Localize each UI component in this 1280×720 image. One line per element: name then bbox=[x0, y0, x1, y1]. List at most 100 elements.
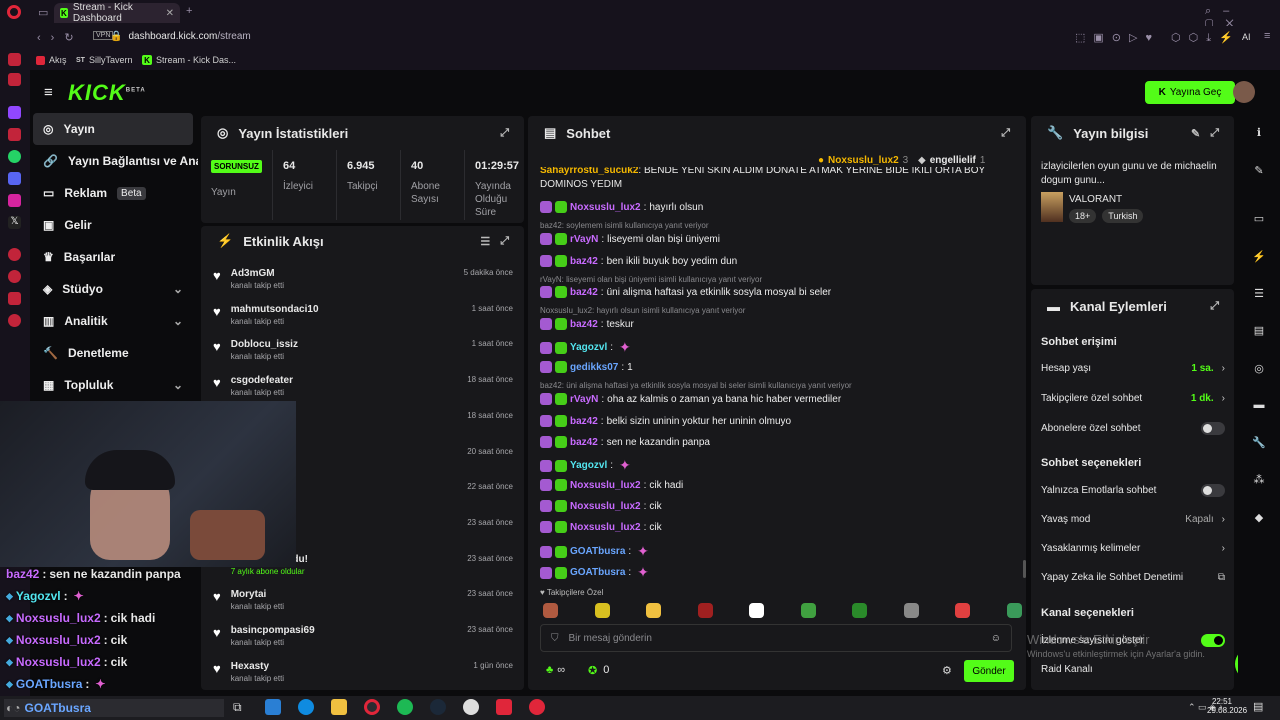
chat-username[interactable]: Noxsuslu_lux2 bbox=[570, 501, 641, 512]
opera-icon[interactable] bbox=[364, 699, 380, 715]
nav-basarilar[interactable]: ♛ Başarılar bbox=[33, 241, 193, 273]
expand-icon[interactable]: ⤢ bbox=[500, 127, 509, 140]
emote-button[interactable] bbox=[594, 603, 610, 618]
chat-input[interactable]: ⛉ Bir mesaj gönderin ☺ bbox=[540, 624, 1012, 652]
edit-icon[interactable]: ✎ bbox=[1191, 127, 1200, 140]
expand-icon[interactable]: ⤢ bbox=[500, 235, 509, 248]
chat-username[interactable]: gedikks07 bbox=[570, 362, 618, 373]
clock-icon[interactable] bbox=[8, 270, 21, 283]
pinned-user[interactable]: ◆ engellielif 1 bbox=[918, 155, 985, 166]
lightning-icon[interactable]: ⚡ bbox=[1252, 250, 1266, 264]
edge-icon[interactable] bbox=[298, 699, 314, 715]
nav-studyo[interactable]: ◈ Stüdyo ⌄ bbox=[33, 273, 193, 305]
chat-username[interactable]: baz42 bbox=[570, 256, 598, 267]
list-icon[interactable]: ☰ bbox=[1252, 287, 1266, 301]
activity-row[interactable]: ♥ Hexasty kanalı takip etti 1 gün önce bbox=[203, 656, 523, 691]
emote-button[interactable] bbox=[697, 603, 713, 618]
close-tab-icon[interactable]: ✕ bbox=[166, 8, 174, 19]
avatar[interactable] bbox=[1233, 81, 1255, 103]
emote-button[interactable] bbox=[852, 603, 867, 618]
explorer-icon[interactable] bbox=[331, 699, 347, 715]
chat-username[interactable]: rVayN bbox=[570, 234, 598, 245]
app-icon[interactable] bbox=[463, 699, 479, 715]
activity-row[interactable]: ♥ Morytai kanalı takip etti 23 saat önce bbox=[203, 584, 523, 619]
browser-tab[interactable]: K Stream - Kick Dashboard ✕ bbox=[54, 2, 180, 24]
chat-username[interactable]: Noxsuslu_lux2 bbox=[570, 522, 641, 533]
chat-username[interactable]: GOATbusra bbox=[570, 567, 625, 578]
diamond-icon[interactable]: ◆ bbox=[1252, 511, 1266, 525]
nav-buttons[interactable]: ‹›↻ bbox=[37, 31, 84, 44]
go-live-button[interactable]: K Yayına Geç bbox=[1145, 81, 1235, 104]
activity-row[interactable]: ♥ Doblocu_issiz kanalı takip etti 1 saat ön… bbox=[203, 334, 523, 369]
chat-icon[interactable]: ▤ bbox=[1252, 324, 1266, 338]
extensions-icon[interactable] bbox=[8, 292, 21, 305]
discord-icon[interactable] bbox=[8, 172, 21, 185]
activity-row[interactable]: ♥ basincpompasi69 kanalı takip etti 23 saat… bbox=[203, 620, 523, 655]
subs-only-toggle[interactable] bbox=[1201, 422, 1225, 435]
bookmark-kick[interactable]: K Stream - Kick Das... bbox=[142, 55, 236, 65]
chat-username[interactable]: Noxsuslu_lux2 bbox=[570, 202, 641, 213]
app-icon[interactable] bbox=[496, 699, 512, 715]
new-tab-icon[interactable]: + bbox=[186, 5, 192, 17]
game-name[interactable]: VALORANT bbox=[1069, 194, 1122, 205]
ai-mod-row[interactable]: Yapay Zeka ile Sohbet Denetimi ⧉ bbox=[1041, 572, 1225, 583]
browser-toolbar-icons[interactable]: ⬚▣⊙▷♥ ⬡⬡⤓⚡ bbox=[1075, 31, 1241, 45]
emote-button[interactable] bbox=[1006, 603, 1022, 618]
settings-icon[interactable] bbox=[8, 314, 21, 327]
expand-icon[interactable]: ⤢ bbox=[1210, 127, 1219, 140]
history-icon[interactable] bbox=[8, 248, 21, 261]
chat-username[interactable]: rVayN bbox=[570, 394, 598, 405]
percent-icon[interactable] bbox=[8, 128, 21, 141]
raid-row[interactable]: Raid Kanalı bbox=[1041, 664, 1225, 675]
app-icon[interactable] bbox=[529, 699, 545, 715]
menu-icon[interactable]: ≡ bbox=[1264, 30, 1270, 42]
tag[interactable]: Turkish bbox=[1102, 209, 1144, 223]
notification-icon[interactable]: ▤ bbox=[1253, 700, 1263, 713]
chat-settings-icon[interactable]: ⚙ bbox=[942, 664, 952, 677]
chat-username[interactable]: baz42 bbox=[570, 319, 598, 330]
slow-mode-row[interactable]: Yavaş mod Kapalı › bbox=[1041, 514, 1225, 525]
chat-username[interactable]: baz42 bbox=[570, 437, 598, 448]
activity-row[interactable]: ♥ csgodefeater kanalı takip etti 18 saat ön… bbox=[203, 370, 523, 405]
opera-news-icon[interactable] bbox=[8, 53, 21, 66]
nav-yayin[interactable]: ◎ Yayın bbox=[33, 113, 193, 145]
filter-icon[interactable]: ☰ bbox=[480, 235, 490, 248]
chat-username[interactable]: GOATbusra bbox=[570, 546, 625, 557]
instagram-icon[interactable] bbox=[8, 194, 21, 207]
emote-button[interactable] bbox=[800, 603, 816, 618]
steam-icon[interactable] bbox=[430, 699, 446, 715]
pinned-user[interactable]: ● Noxsuslu_lux2 3 bbox=[818, 155, 908, 166]
nav-stream-key[interactable]: 🔗 Yayın Bağlantısı ve Anahtarı bbox=[33, 145, 198, 177]
emote-button[interactable] bbox=[749, 603, 764, 618]
tab-menu-icon[interactable]: ▭ bbox=[38, 6, 48, 19]
wrench-icon[interactable]: 🔧 bbox=[1252, 436, 1266, 450]
nav-reklam[interactable]: ▭ Reklam Beta bbox=[33, 177, 193, 209]
twitch-icon[interactable] bbox=[8, 106, 21, 119]
infinity-counter[interactable]: ♣ ∞ bbox=[546, 664, 565, 676]
chat-username[interactable]: Yagozvl bbox=[570, 460, 607, 471]
channel-icon[interactable]: ▬ bbox=[1252, 399, 1266, 413]
community-icon[interactable]: ⁂ bbox=[1252, 473, 1266, 487]
points-counter[interactable]: ✪ 0 bbox=[588, 664, 609, 677]
chat-username[interactable]: Noxsuslu_lux2 bbox=[570, 480, 641, 491]
kick-logo[interactable]: KICKBETA bbox=[68, 80, 146, 106]
task-view-icon[interactable]: ⧉ bbox=[233, 700, 242, 715]
activity-row[interactable]: ♥ Ad3mGM kanalı takip etti 5 dakika önce bbox=[203, 263, 523, 298]
account-age-row[interactable]: Hesap yaşı 1 sa. › bbox=[1041, 363, 1225, 374]
activity-row[interactable]: ♥ mahmutsondaci10 kanalı takip etti 1 saat … bbox=[203, 299, 523, 334]
taskbar-overlay-window[interactable]: ◐◔ GOATbusra bbox=[4, 699, 224, 717]
ai-button[interactable]: AI bbox=[1242, 32, 1251, 42]
opera-player-icon[interactable] bbox=[8, 73, 21, 86]
expand-icon[interactable]: ⤢ bbox=[1210, 300, 1219, 313]
app-icon[interactable] bbox=[265, 699, 281, 715]
chat-username[interactable]: baz42 bbox=[570, 416, 598, 427]
chat-scrollbar[interactable] bbox=[1023, 560, 1026, 578]
chat-username[interactable]: Yagozvl bbox=[570, 342, 607, 353]
followers-only-row[interactable]: Takipçilere özel sohbet 1 dk. › bbox=[1041, 393, 1225, 404]
nav-analitik[interactable]: ▥ Analitik ⌄ bbox=[33, 305, 193, 337]
emote-button[interactable] bbox=[646, 603, 661, 618]
info-icon[interactable]: ℹ bbox=[1252, 126, 1266, 140]
emoji-icon[interactable]: ☺ bbox=[991, 633, 1001, 644]
nav-denetleme[interactable]: 🔨 Denetleme bbox=[33, 337, 193, 369]
url-field[interactable]: 🔒 dashboard.kick.com/stream bbox=[110, 31, 251, 42]
